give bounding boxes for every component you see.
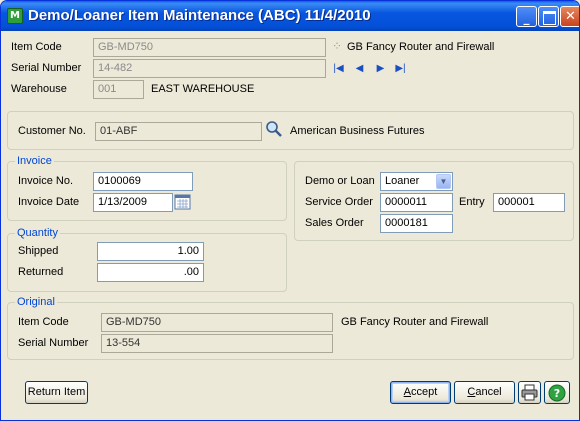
invoice-date-label: Invoice Date xyxy=(18,196,80,208)
printer-icon xyxy=(521,384,538,401)
accept-button[interactable]: Accept xyxy=(390,381,451,404)
previous-record-icon[interactable]: ◀ xyxy=(353,62,366,75)
warehouse-name: EAST WAREHOUSE xyxy=(151,83,255,95)
invoice-group-label: Invoice xyxy=(15,155,54,167)
item-code-field[interactable]: GB-MD750 xyxy=(93,38,326,57)
last-record-icon[interactable]: ▶| xyxy=(394,62,407,75)
customer-no-field[interactable]: 01-ABF xyxy=(95,122,262,141)
entry-field[interactable]: 000001 xyxy=(493,193,565,212)
returned-field[interactable]: .00 xyxy=(97,263,204,282)
demo-or-loan-value: Loaner xyxy=(385,175,420,187)
print-button[interactable] xyxy=(518,381,541,404)
cancel-button[interactable]: Cancel xyxy=(454,381,515,404)
svg-text:?: ? xyxy=(554,387,560,400)
help-button[interactable]: ? xyxy=(544,381,570,404)
chevron-down-icon[interactable]: ▼ xyxy=(436,174,451,189)
help-icon: ? xyxy=(548,384,566,402)
sales-order-field[interactable]: 0000181 xyxy=(380,214,453,233)
calendar-icon xyxy=(174,194,191,210)
warehouse-label: Warehouse xyxy=(11,83,67,95)
maximize-button[interactable] xyxy=(538,6,559,27)
demo-loaner-window: M Demo/Loaner Item Maintenance (ABC) 11/… xyxy=(0,0,580,421)
item-description: GB Fancy Router and Firewall xyxy=(347,41,495,53)
original-serial-number-label: Serial Number xyxy=(18,337,89,349)
magnifier-icon xyxy=(266,121,282,137)
original-serial-number-field[interactable]: 13-554 xyxy=(101,334,333,353)
calendar-button[interactable] xyxy=(174,193,191,213)
first-record-icon[interactable]: |◀ xyxy=(332,62,345,75)
serial-number-label: Serial Number xyxy=(11,62,82,74)
customer-name: American Business Futures xyxy=(290,125,425,137)
item-code-label: Item Code xyxy=(11,41,62,53)
close-button[interactable]: ✕ xyxy=(560,6,579,27)
invoice-group xyxy=(7,161,287,221)
next-record-icon[interactable]: ▶ xyxy=(374,62,387,75)
service-order-field[interactable]: 0000011 xyxy=(380,193,453,212)
demo-or-loan-label: Demo or Loan xyxy=(305,175,375,187)
returned-label: Returned xyxy=(18,266,64,278)
invoice-no-field[interactable]: 0100069 xyxy=(93,172,193,191)
original-item-description: GB Fancy Router and Firewall xyxy=(341,316,489,328)
invoice-no-label: Invoice No. xyxy=(18,175,74,187)
customer-lookup-button[interactable] xyxy=(265,120,283,141)
original-item-code-field[interactable]: GB-MD750 xyxy=(101,313,333,332)
original-group-label: Original xyxy=(15,296,57,308)
app-icon: M xyxy=(7,8,23,24)
warehouse-code-field[interactable]: 001 xyxy=(93,80,144,99)
item-info-icon: ⁘ xyxy=(332,39,343,53)
shipped-field[interactable]: 1.00 xyxy=(97,242,204,261)
return-item-button[interactable]: Return Item xyxy=(25,381,88,404)
invoice-date-field[interactable]: 1/13/2009 xyxy=(93,193,173,212)
service-order-label: Service Order xyxy=(305,196,373,208)
minimize-button[interactable]: _ xyxy=(516,6,537,27)
title-bar[interactable]: M Demo/Loaner Item Maintenance (ABC) 11/… xyxy=(1,1,579,31)
original-item-code-label: Item Code xyxy=(18,316,69,328)
entry-label: Entry xyxy=(459,196,485,208)
customer-no-label: Customer No. xyxy=(18,125,86,137)
serial-number-field[interactable]: 14-482 xyxy=(93,59,326,78)
demo-or-loan-select[interactable]: Loaner ▼ xyxy=(380,172,453,191)
quantity-group-label: Quantity xyxy=(15,227,60,239)
sales-order-label: Sales Order xyxy=(305,217,364,229)
window-title: Demo/Loaner Item Maintenance (ABC) 11/4/… xyxy=(28,7,371,24)
shipped-label: Shipped xyxy=(18,245,59,257)
